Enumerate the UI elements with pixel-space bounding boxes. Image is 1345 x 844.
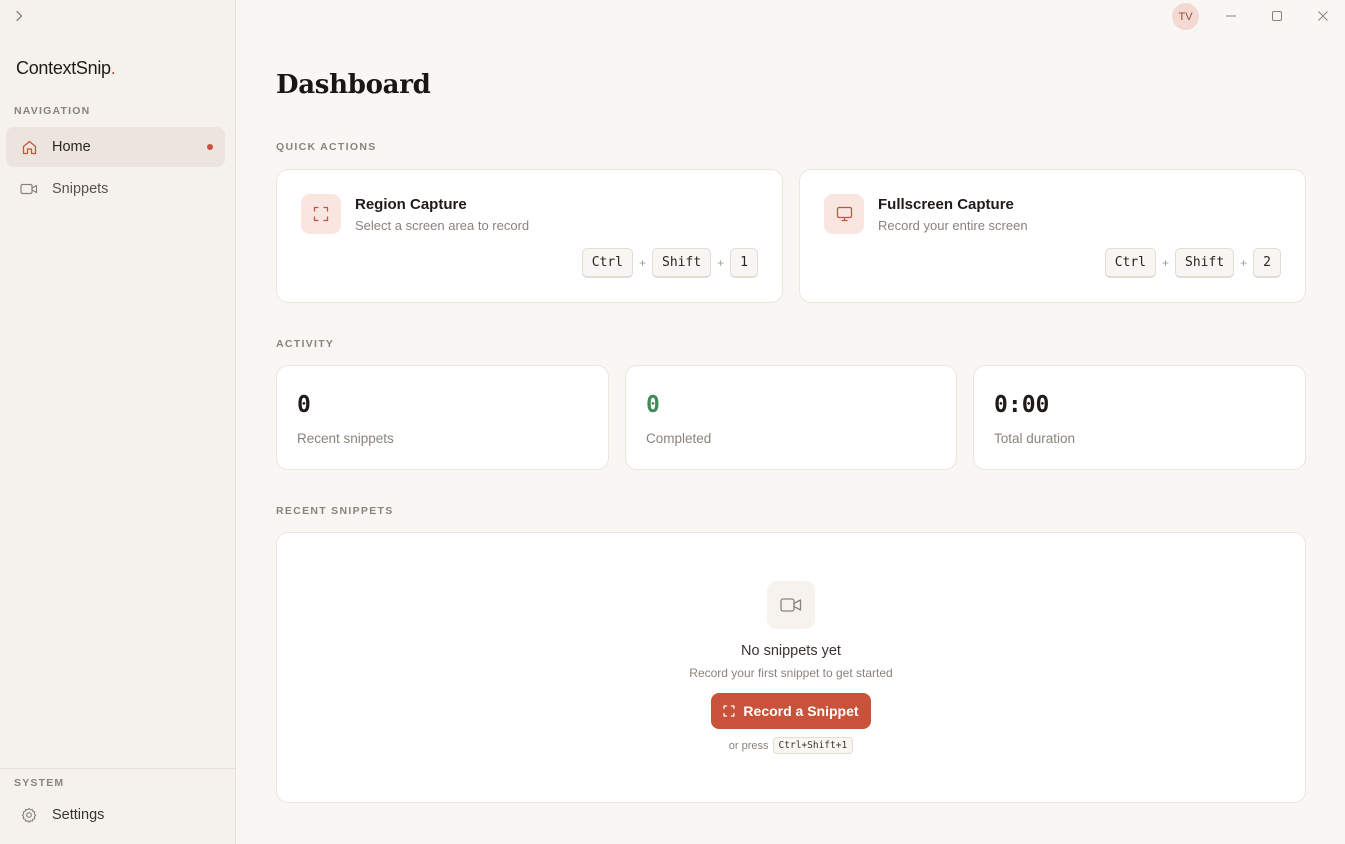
stat-label: Total duration: [994, 431, 1076, 446]
record-snippet-label: Record a Snippet: [743, 703, 859, 719]
region-capture-icon: [723, 705, 736, 717]
activity-label: ACTIVITY: [276, 338, 335, 350]
maximize-icon: [1272, 11, 1282, 21]
key-2: 2: [1253, 248, 1281, 278]
key-ctrl: Ctrl: [1104, 248, 1156, 278]
empty-state-subtitle: Record your first snippet to get started: [689, 666, 893, 680]
key-ctrl: Ctrl: [581, 248, 633, 278]
chevron-right-icon: [16, 10, 23, 22]
stat-card-completed: 0 Completed: [625, 365, 957, 470]
sidebar-item-label: Snippets: [52, 181, 109, 197]
plus-sign: +: [639, 256, 647, 270]
navigation-section-label: NAVIGATION: [14, 105, 91, 117]
quick-actions-label: QUICK ACTIONS: [276, 141, 377, 153]
brand-logo: ContextSnip.: [16, 58, 116, 78]
monitor-icon: [824, 194, 864, 234]
sidebar-item-label: Home: [52, 139, 91, 155]
key-shift: Shift: [1175, 248, 1235, 278]
sidebar-item-home[interactable]: Home: [6, 127, 225, 167]
stat-value: 0: [297, 392, 311, 418]
fullscreen-capture-shortcut: Ctrl + Shift + 2: [1104, 248, 1281, 278]
fullscreen-capture-card[interactable]: Fullscreen Capture Record your entire sc…: [799, 169, 1306, 303]
video-icon: [767, 581, 815, 629]
or-press-text: or press: [728, 739, 769, 752]
record-snippet-button[interactable]: Record a Snippet: [711, 693, 871, 729]
region-capture-title: Region Capture: [355, 196, 467, 213]
fullscreen-capture-subtitle: Record your entire screen: [878, 218, 1028, 233]
empty-state-title: No snippets yet: [741, 643, 841, 659]
shortcut-kbd: Ctrl+Shift+1: [772, 737, 854, 754]
stat-card-recent-snippets: 0 Recent snippets: [276, 365, 609, 470]
recent-snippets-panel: No snippets yet Record your first snippe…: [276, 532, 1306, 803]
sidebar-item-settings[interactable]: Settings: [6, 795, 225, 835]
stat-value: 0:00: [994, 392, 1050, 418]
sidebar-item-label: Settings: [52, 807, 105, 823]
user-avatar[interactable]: TV: [1172, 3, 1199, 30]
close-button[interactable]: [1313, 6, 1333, 26]
plus-sign: +: [1240, 256, 1248, 270]
close-icon: [1318, 11, 1328, 21]
system-section-label: SYSTEM: [14, 777, 65, 789]
stat-value: 0: [646, 392, 660, 418]
minimize-button[interactable]: [1221, 6, 1241, 26]
fullscreen-capture-title: Fullscreen Capture: [878, 196, 1014, 213]
minimize-icon: [1226, 15, 1236, 17]
stat-card-total-duration: 0:00 Total duration: [973, 365, 1306, 470]
shortcut-hint: or press Ctrl+Shift+1: [277, 737, 1305, 754]
expand-sidebar-button[interactable]: [10, 7, 28, 25]
sidebar-item-snippets[interactable]: Snippets: [6, 169, 225, 209]
stat-label: Completed: [646, 431, 712, 446]
stat-label: Recent snippets: [297, 431, 394, 446]
home-icon: [20, 138, 38, 156]
key-shift: Shift: [652, 248, 712, 278]
sidebar-divider: [0, 768, 235, 769]
plus-sign: +: [1162, 256, 1170, 270]
plus-sign: +: [717, 256, 725, 270]
region-capture-icon: [301, 194, 341, 234]
key-1: 1: [730, 248, 758, 278]
page-title: Dashboard: [276, 70, 431, 100]
region-capture-shortcut: Ctrl + Shift + 1: [581, 248, 758, 278]
recent-snippets-label: RECENT SNIPPETS: [276, 505, 394, 517]
region-capture-subtitle: Select a screen area to record: [355, 218, 530, 233]
active-indicator: [207, 144, 213, 150]
video-icon: [20, 180, 38, 198]
sidebar: ContextSnip. NAVIGATION Home Snippets SY…: [0, 0, 236, 844]
maximize-button[interactable]: [1267, 6, 1287, 26]
gear-icon: [20, 806, 38, 824]
region-capture-card[interactable]: Region Capture Select a screen area to r…: [276, 169, 783, 303]
